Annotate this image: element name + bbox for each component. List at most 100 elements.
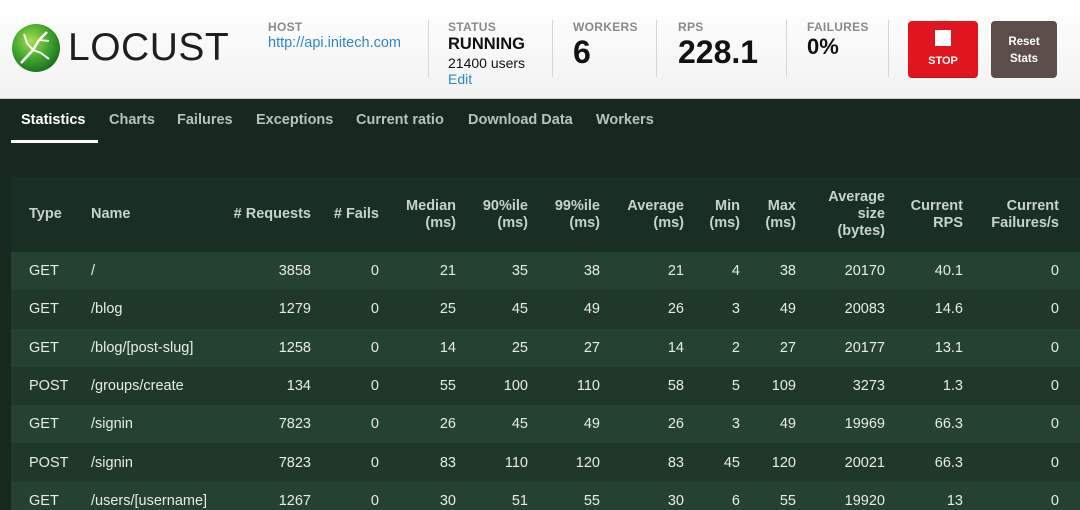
cell-fails: 0	[370, 492, 379, 509]
col-header-current-failures[interactable]: Current Failures/s	[963, 177, 1059, 252]
cell-p90: 100	[503, 378, 528, 395]
tab-exceptions[interactable]: Exceptions	[256, 112, 333, 128]
cell-p99: 120	[575, 454, 600, 471]
col-header-p99[interactable]: 99%ile (ms)	[528, 177, 600, 252]
cell-current-rps: 14.6	[934, 301, 963, 318]
col-header-average-line1: Average	[627, 197, 684, 214]
cell-min: 5	[731, 378, 740, 395]
header-divider	[888, 20, 889, 77]
cell-requests: 7823	[278, 416, 311, 433]
col-header-median-line2: (ms)	[425, 214, 456, 231]
cell-name: /blog	[91, 301, 123, 318]
reset-stats-button[interactable]: Reset Stats	[991, 21, 1057, 78]
cell-median: 25	[439, 301, 456, 318]
table-row: GET/blog/[post-slug] 1258 0 14 25 27 14 2 27 2017…	[11, 328, 1080, 367]
col-header-requests[interactable]: # Requests	[201, 177, 311, 252]
cell-current-failures: 0	[1050, 301, 1059, 318]
cell-requests: 1267	[278, 492, 311, 509]
col-header-max[interactable]: Max (ms)	[740, 177, 796, 252]
tab-charts[interactable]: Charts	[109, 112, 155, 128]
table-row: GET/blog 1279 0 25 45 49 26 3 49 20083 14.6 0	[11, 290, 1080, 329]
col-header-median-line1: Median	[406, 197, 456, 214]
cell-name: /users/[username]	[91, 492, 208, 509]
cell-name: /signin	[91, 416, 133, 433]
cell-p99: 27	[583, 339, 600, 356]
tab-bar: Statistics Charts Failures Exceptions Cu…	[0, 99, 1080, 144]
cell-median: 26	[439, 416, 456, 433]
cell-max: 109	[771, 378, 796, 395]
rps-value: 228.1	[678, 34, 759, 70]
col-header-max-line2: (ms)	[765, 214, 796, 231]
col-header-p99-line1: 99%ile	[554, 197, 600, 214]
cell-p90: 51	[511, 492, 528, 509]
app-logo-text: LOCUST	[68, 26, 230, 69]
status-value: RUNNING	[448, 35, 525, 53]
table-row: GET/signin 7823 0 26 45 49 26 3 49 19969 66.3 0	[11, 405, 1080, 444]
cell-p99: 49	[583, 301, 600, 318]
cell-average: 26	[667, 301, 684, 318]
tab-download-data[interactable]: Download Data	[468, 112, 573, 128]
cell-average: 30	[667, 492, 684, 509]
cell-type: GET	[29, 301, 59, 318]
cell-p99: 49	[583, 416, 600, 433]
cell-type: GET	[29, 263, 59, 280]
cell-min: 2	[731, 339, 740, 356]
host-link[interactable]: http://api.initech.com	[268, 35, 401, 51]
cell-average-size: 19969	[844, 416, 885, 433]
cell-max: 49	[779, 301, 796, 318]
cell-current-failures: 0	[1050, 378, 1059, 395]
cell-requests: 1279	[278, 301, 311, 318]
table-row: POST/signin 7823 0 83 110 120 83 45 120 20021 66.3…	[11, 443, 1080, 482]
cell-min: 3	[731, 301, 740, 318]
col-header-rps-line1: Current	[910, 197, 963, 214]
cell-p90: 110	[504, 454, 528, 471]
cell-current-failures: 0	[1050, 263, 1059, 280]
col-header-size-line1: Average	[828, 189, 885, 205]
col-header-median[interactable]: Median (ms)	[379, 177, 456, 252]
col-header-min[interactable]: Min (ms)	[684, 177, 740, 252]
col-header-average-size[interactable]: Average size (bytes)	[796, 177, 885, 252]
locust-logo-icon	[12, 24, 60, 72]
col-header-type[interactable]: Type	[11, 177, 73, 252]
statistics-table: Type Name # Requests # Fails Median (ms) …	[11, 177, 1080, 510]
col-header-min-line1: Min	[715, 197, 740, 214]
cell-spacer	[1059, 443, 1080, 481]
tab-failures[interactable]: Failures	[177, 112, 233, 128]
tab-workers[interactable]: Workers	[596, 112, 654, 128]
col-header-fails[interactable]: # Fails	[311, 177, 379, 252]
cell-max: 55	[779, 492, 796, 509]
cell-name: /signin	[91, 454, 133, 471]
cell-average-size: 19920	[844, 492, 885, 509]
table-body: GET/3858 0 21 35 38 21 4 38 20170 40.1 0 GET/blog 12…	[11, 252, 1080, 510]
header-divider	[428, 20, 429, 77]
stop-button[interactable]: STOP	[908, 21, 978, 78]
edit-users-link[interactable]: Edit	[448, 71, 472, 87]
col-header-name[interactable]: Name	[73, 177, 201, 252]
status-label: STATUS	[448, 20, 497, 34]
cell-requests: 134	[286, 378, 311, 395]
cell-median: 55	[439, 378, 456, 395]
col-header-p90-line2: (ms)	[497, 214, 528, 231]
col-header-current-rps[interactable]: Current RPS	[885, 177, 963, 252]
col-header-fps-line2: Failures/s	[991, 214, 1059, 231]
tab-current-ratio[interactable]: Current ratio	[356, 112, 444, 128]
cell-requests: 1258	[278, 339, 311, 356]
cell-fails: 0	[370, 301, 379, 318]
cell-current-rps: 66.3	[934, 416, 963, 433]
col-header-p90-line1: 90%ile	[482, 197, 528, 214]
header-divider	[656, 20, 657, 77]
cell-average-size: 20170	[844, 263, 885, 280]
cell-spacer	[1059, 290, 1080, 328]
col-header-p90[interactable]: 90%ile (ms)	[456, 177, 528, 252]
tab-statistics[interactable]: Statistics	[21, 112, 85, 128]
cell-average-size: 3273	[852, 378, 885, 395]
active-tab-indicator	[11, 140, 98, 143]
cell-type: GET	[29, 416, 59, 433]
cell-max: 38	[779, 263, 796, 280]
cell-current-rps: 13	[946, 492, 963, 509]
reset-stats-label: Reset Stats	[991, 34, 1057, 68]
col-header-average[interactable]: Average (ms)	[600, 177, 684, 252]
cell-p90: 25	[511, 339, 528, 356]
failures-label: FAILURES	[807, 20, 869, 34]
cell-p90: 45	[511, 416, 528, 433]
